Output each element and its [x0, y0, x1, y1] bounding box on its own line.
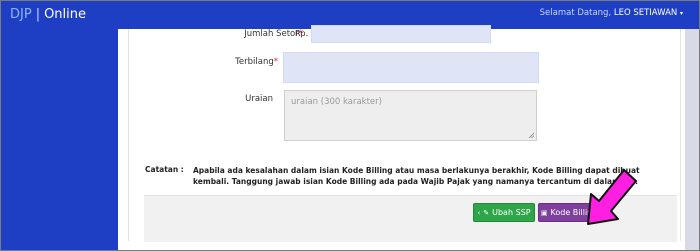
currency-prefix: Rp.: [295, 29, 309, 38]
brand-djp: DJP: [10, 7, 32, 22]
sidebar: [1, 29, 118, 250]
brand-separator: |: [35, 7, 41, 22]
chevron-down-icon: ▾: [679, 10, 683, 17]
terbilang-field: [283, 52, 539, 83]
resize-handle-icon[interactable]: [528, 132, 534, 138]
edit-icon: ✎: [483, 208, 490, 217]
user-name: LEO SETIAWAN: [613, 8, 678, 18]
terbilang-label: Terbilang*: [235, 57, 278, 67]
note-label: Catatan :: [145, 165, 184, 174]
uraian-placeholder: uraian (300 karakter): [291, 97, 382, 107]
ubah-ssp-label: Ubah SSP: [492, 208, 531, 217]
chevron-left-icon: ‹: [477, 208, 481, 217]
uraian-label: Uraian: [245, 94, 273, 104]
user-greeting[interactable]: Selamat Datang, LEO SETIAWAN ▾: [540, 8, 683, 18]
scroll-gutter: [685, 29, 699, 250]
note-text: Apabila ada kesalahan dalam isian Kode B…: [193, 166, 640, 186]
jumlah-setor-label: Jumlah Setor*: [244, 29, 303, 39]
brand-online: Online: [44, 7, 87, 22]
greeting-text: Selamat Datang,: [539, 8, 612, 18]
uraian-textarea[interactable]: uraian (300 karakter): [284, 90, 537, 141]
jumlah-setor-input[interactable]: [311, 25, 491, 43]
brand-logo[interactable]: DJP | Online: [10, 7, 86, 22]
ubah-ssp-button[interactable]: ‹ ✎ Ubah SSP: [473, 203, 535, 222]
save-icon: ▣: [540, 208, 548, 217]
pointer-arrow-icon: [587, 169, 637, 225]
